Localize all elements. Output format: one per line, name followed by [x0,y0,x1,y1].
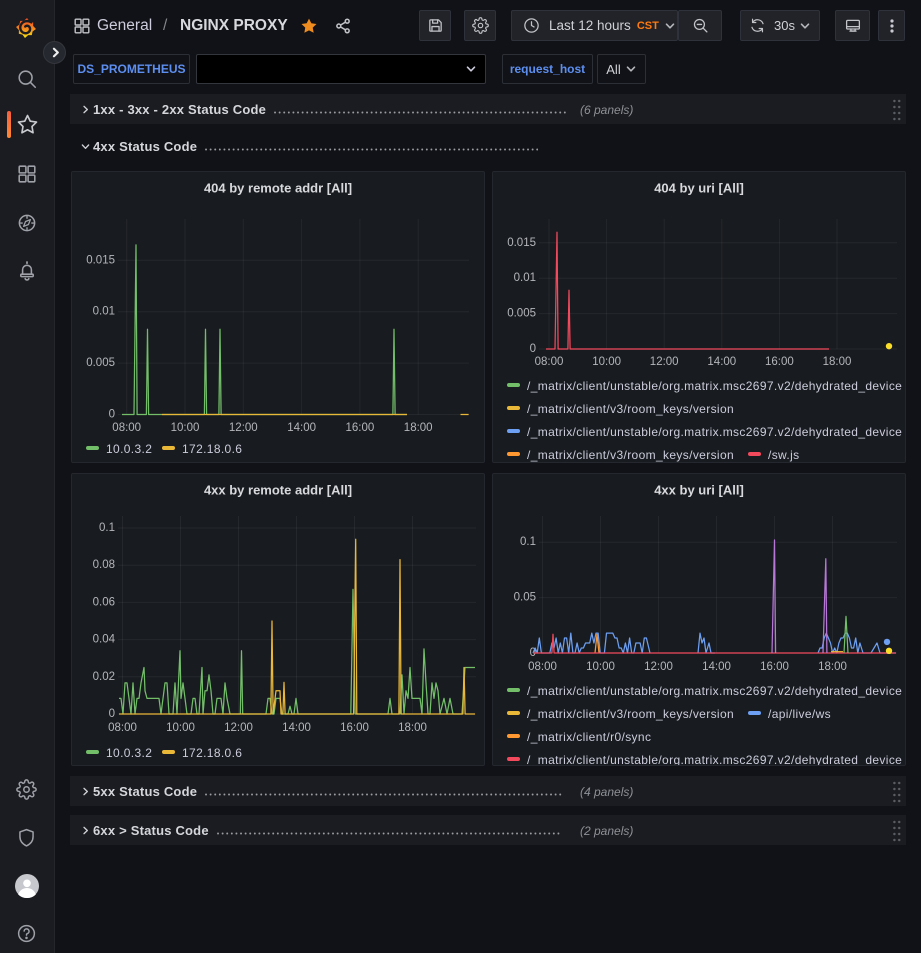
svg-text:0.005: 0.005 [86,357,115,369]
svg-text:10:00: 10:00 [586,661,615,673]
svg-text:08:00: 08:00 [535,356,564,368]
svg-text:08:00: 08:00 [108,722,137,734]
svg-text:14:00: 14:00 [287,422,316,434]
svg-text:/_matrix/client/r0/sync: /_matrix/client/r0/sync [527,730,651,744]
svg-text:4xx by uri [All]: 4xx by uri [All] [654,483,744,498]
svg-text:/_matrix/client/unstable/org.m: /_matrix/client/unstable/org.matrix.msc2… [527,684,902,698]
svg-text:0.005: 0.005 [507,308,536,320]
svg-text:12:00: 12:00 [650,356,679,368]
svg-text:/_matrix/client/unstable/org.m: /_matrix/client/unstable/org.matrix.msc2… [527,379,902,393]
svg-text:/_matrix/client/unstable/org.m: /_matrix/client/unstable/org.matrix.msc2… [527,425,902,439]
svg-text:12:00: 12:00 [224,722,253,734]
svg-text:10:00: 10:00 [592,356,621,368]
svg-text:0.05: 0.05 [514,592,536,604]
svg-text:18:00: 18:00 [398,722,427,734]
svg-text:10:00: 10:00 [166,722,195,734]
svg-text:0.01: 0.01 [514,272,536,284]
svg-text:08:00: 08:00 [112,422,141,434]
svg-text:16:00: 16:00 [346,422,375,434]
svg-text:10:00: 10:00 [171,422,200,434]
svg-text:0.04: 0.04 [93,634,116,646]
svg-text:14:00: 14:00 [702,661,731,673]
svg-text:0: 0 [530,343,536,355]
svg-text:/api/live/ws: /api/live/ws [768,707,831,721]
svg-text:/sw.js: /sw.js [768,448,800,462]
svg-text:172.18.0.6: 172.18.0.6 [182,442,242,456]
svg-text:10.0.3.2: 10.0.3.2 [106,746,152,760]
svg-text:18:00: 18:00 [818,661,847,673]
svg-text:16:00: 16:00 [765,356,794,368]
svg-text:18:00: 18:00 [404,422,433,434]
svg-text:14:00: 14:00 [707,356,736,368]
svg-text:10.0.3.2: 10.0.3.2 [106,442,152,456]
svg-text:0.08: 0.08 [93,559,115,571]
svg-text:14:00: 14:00 [282,722,311,734]
svg-text:0.015: 0.015 [507,237,536,249]
svg-text:/_matrix/client/v3/room_keys/v: /_matrix/client/v3/room_keys/version [527,448,734,462]
svg-text:0: 0 [109,409,115,421]
svg-text:0.1: 0.1 [99,522,115,534]
svg-text:404 by remote addr [All]: 404 by remote addr [All] [204,181,352,196]
svg-text:0.1: 0.1 [520,536,536,548]
svg-text:4xx by remote addr [All]: 4xx by remote addr [All] [204,483,352,498]
svg-text:12:00: 12:00 [229,422,258,434]
svg-text:/_matrix/client/unstable/org.m: /_matrix/client/unstable/org.matrix.msc2… [527,753,902,765]
svg-text:18:00: 18:00 [823,356,852,368]
svg-text:/_matrix/client/v3/room_keys/v: /_matrix/client/v3/room_keys/version [527,402,734,416]
svg-text:404 by uri [All]: 404 by uri [All] [654,181,744,196]
svg-text:12:00: 12:00 [644,661,673,673]
svg-text:16:00: 16:00 [760,661,789,673]
svg-text:/_matrix/client/v3/room_keys/v: /_matrix/client/v3/room_keys/version [527,707,734,721]
svg-text:0.01: 0.01 [93,306,115,318]
svg-text:0: 0 [109,708,115,720]
svg-text:08:00: 08:00 [528,661,557,673]
svg-text:0.06: 0.06 [93,596,115,608]
svg-text:0.02: 0.02 [93,671,115,683]
svg-text:16:00: 16:00 [340,722,369,734]
svg-text:172.18.0.6: 172.18.0.6 [182,746,242,760]
svg-text:0.015: 0.015 [86,254,115,266]
